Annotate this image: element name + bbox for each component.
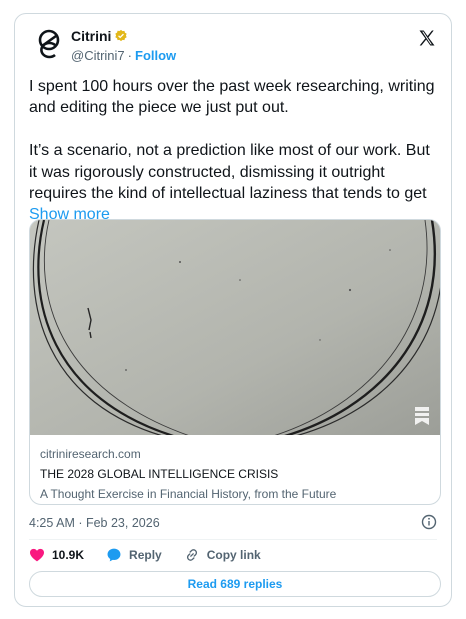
- citrini-logo-avatar[interactable]: [33, 28, 65, 60]
- reply-bubble-icon: [107, 548, 121, 562]
- link-title: THE 2028 GLOBAL INTELLIGENCE CRISIS: [40, 467, 279, 481]
- author-handle[interactable]: @Citrini7: [71, 48, 125, 63]
- copy-link-button[interactable]: Copy link: [184, 547, 261, 563]
- handle-separator: ·: [127, 48, 132, 63]
- follow-button[interactable]: Follow: [135, 48, 176, 63]
- info-icon[interactable]: [421, 514, 437, 530]
- tweet-actions-row: 10.9K Reply Copy link: [29, 545, 283, 565]
- verified-badge-icon: [115, 29, 128, 42]
- read-replies-button[interactable]: Read 689 replies: [29, 571, 441, 597]
- x-logo-icon[interactable]: [417, 28, 437, 48]
- link-chain-icon: [186, 549, 197, 561]
- reply-button[interactable]: Reply: [106, 547, 162, 563]
- tweet-header: Citrini @Citrini7 · Follow: [15, 14, 451, 74]
- tweet-body: I spent 100 hours over the past week res…: [29, 78, 435, 203]
- link-domain: citriniresearch.com: [40, 447, 141, 461]
- link-preview-meta: citriniresearch.com THE 2028 GLOBAL INTE…: [40, 447, 430, 502]
- copy-link-label: Copy link: [206, 548, 261, 562]
- heart-icon: [30, 548, 44, 562]
- author-handle-row: @Citrini7 · Follow: [71, 48, 176, 63]
- action-divider: [29, 539, 437, 540]
- link-preview-image: [30, 220, 440, 435]
- likes-count: 10.9K: [52, 548, 85, 562]
- link-preview-card[interactable]: citriniresearch.com THE 2028 GLOBAL INTE…: [29, 219, 441, 505]
- bookmark-icon[interactable]: [414, 406, 430, 426]
- tweet-text: I spent 100 hours over the past week res…: [29, 76, 441, 226]
- reply-label: Reply: [129, 548, 162, 562]
- author-display-name[interactable]: Citrini: [71, 28, 111, 44]
- author-name-row: Citrini: [71, 28, 128, 44]
- link-description: A Thought Exercise in Financial History,…: [40, 487, 337, 501]
- like-button[interactable]: 10.9K: [29, 547, 84, 563]
- tweet-timestamp[interactable]: 4:25 AM · Feb 23, 2026: [29, 516, 160, 530]
- embedded-tweet-card: Citrini @Citrini7 · Follow I spent 100 h…: [14, 13, 452, 607]
